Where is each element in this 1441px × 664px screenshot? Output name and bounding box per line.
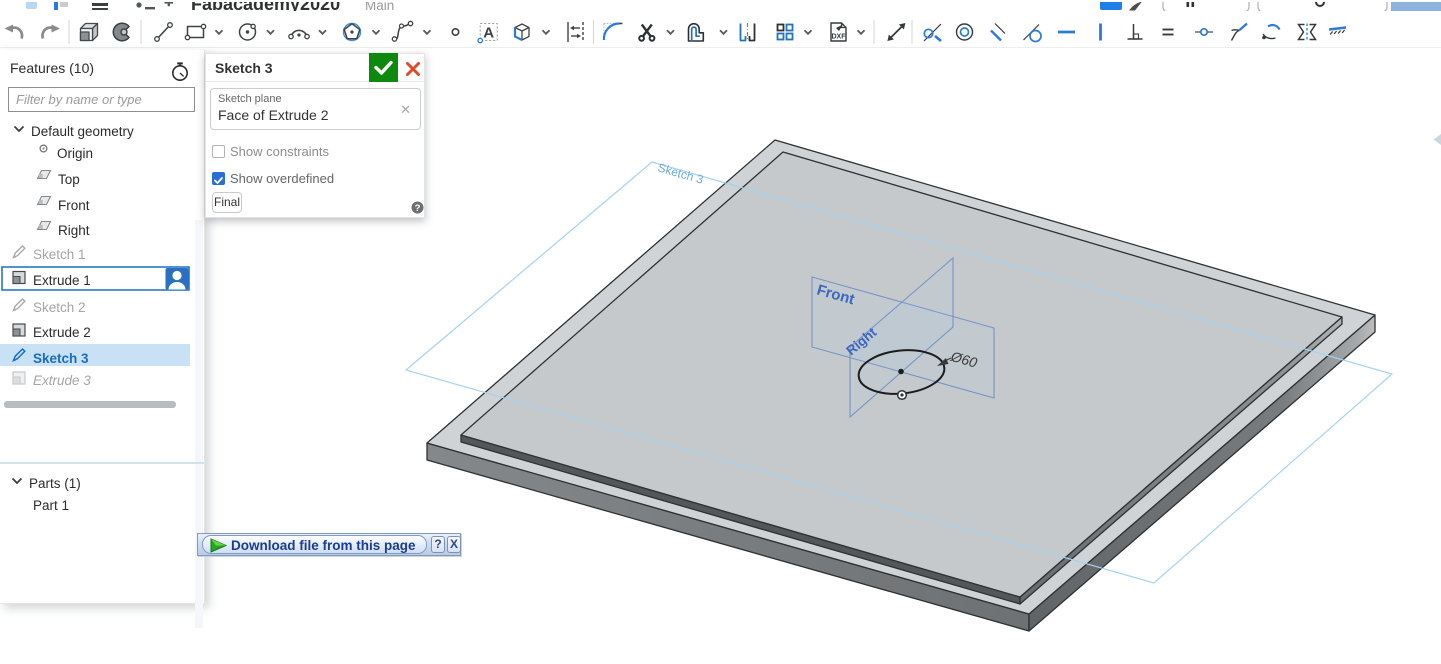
svg-text:A: A	[483, 25, 494, 42]
svg-text:Fabacademy2020: Fabacademy2020	[191, 2, 340, 11]
svg-text:DXF: DXF	[832, 34, 847, 41]
svg-text:?: ?	[415, 203, 421, 214]
svg-text:Sketch 3: Sketch 3	[656, 160, 705, 186]
svg-text:Main: Main	[365, 2, 394, 11]
